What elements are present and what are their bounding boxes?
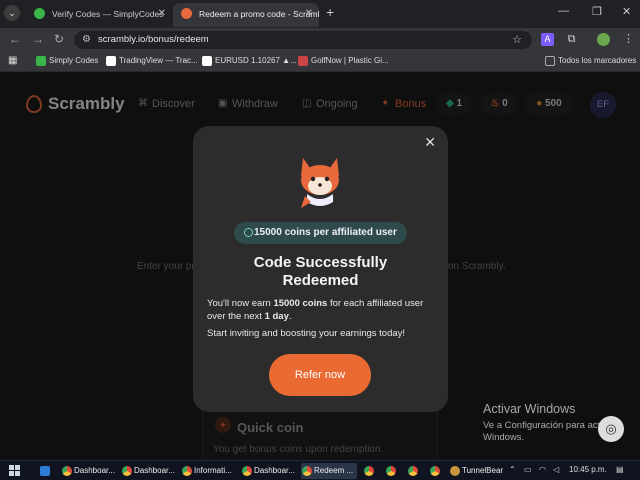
taskbar-item[interactable]: Dashboar... [61,463,117,479]
redeem-success-modal: ✕ 15000 coins per affiliated user Code S… [193,126,448,412]
scrambly-favicon-icon [181,8,192,19]
watermark-line3: Windows. [483,432,525,443]
scrambly-page: Scrambly ⌘ Discover ▣ Withdraw ◫ Ongoing… [0,72,640,460]
taskbar-label: Informati... [194,466,232,475]
watermark-line2: Ve a Configuración para activar [483,420,616,431]
bookmark-simplycodes[interactable]: Simply Codes [36,56,99,66]
extension-a-icon[interactable]: A [541,33,554,46]
taskbar-item[interactable]: Informati... [181,463,237,479]
tab-strip: ⌄ Verify Codes — SimplyCodes ✕ Redeem a … [0,0,640,28]
taskbar-tunnelbear[interactable]: TunnelBear [449,463,505,479]
modal-invite-text: Start inviting and boosting your earning… [207,328,406,339]
taskbar-item[interactable]: Dashboar... [241,463,297,479]
text-part: You'll now earn [207,298,274,309]
tradingview-icon [202,56,212,66]
network-icon[interactable]: ▭ [524,465,532,474]
taskbar-item-active[interactable]: Redeem ... [301,463,357,479]
bookmark-all-bookmarks[interactable]: Todos los marcadores [545,56,637,66]
chrome-icon[interactable] [430,466,440,476]
golfnow-icon [298,56,308,66]
text-part: . [288,311,292,322]
tradingview-icon [106,56,116,66]
window-close-icon[interactable]: ✕ [622,5,631,18]
days-amount: 1 day [264,311,289,322]
coin-icon [244,228,253,237]
forward-arrow-icon[interactable]: → [32,32,44,46]
profile-avatar-icon[interactable] [597,33,610,46]
taskbar-label: Redeem ... [314,466,354,475]
folder-icon [545,56,555,66]
file-explorer-icon[interactable] [40,466,50,476]
modal-earnings-text: You'll now earn 15000 coins for each aff… [207,297,435,323]
bookmarks-bar: ▦ Simply Codes TradingView — Trac... EUR… [0,52,640,72]
back-arrow-icon[interactable]: ← [9,32,21,46]
address-url[interactable]: scrambly.io/bonus/redeem [98,34,209,45]
tab-simplycodes[interactable]: Verify Codes — SimplyCodes ✕ [26,3,172,27]
chrome-icon [182,466,192,476]
bookmark-label: EURUSD 1.10267 ▲... [215,56,297,65]
tab-title: Redeem a promo code - Scrambly [199,9,319,19]
bookmark-eurusd[interactable]: EURUSD 1.10267 ▲... [202,56,297,66]
taskbar-label: Dashboar... [74,466,115,475]
modal-title-line2: Redeemed [282,272,359,289]
bookmark-label: Simply Codes [49,56,99,65]
tab-search-chevron-icon[interactable]: ⌄ [4,5,20,21]
coins-amount: 15000 coins [273,298,328,309]
chrome-icon [302,466,312,476]
tray-chevron-icon[interactable]: ⌃ [509,465,516,474]
chrome-icon[interactable] [386,466,396,476]
taskbar-label: TunnelBear [462,466,504,475]
apps-grid-icon[interactable]: ▦ [8,55,17,66]
fox-mascot-icon [301,158,339,208]
tab-title: Verify Codes — SimplyCodes [52,9,164,19]
refer-now-button[interactable]: Refer now [269,354,371,396]
chrome-icon[interactable] [408,466,418,476]
browser-menu-icon[interactable]: ⋮ [622,33,635,46]
badge-text: 15000 coins per affiliated user [254,227,397,238]
watermark-title: Activar Windows [483,402,576,416]
wifi-icon[interactable]: ◠ [539,465,546,474]
simplycodes-icon [36,56,46,66]
bookmark-label: TradingView — Trac... [119,56,198,65]
tab-scrambly[interactable]: Redeem a promo code - Scrambly ✕ [173,3,319,27]
extensions-puzzle-icon[interactable]: ⧉ [565,33,578,46]
taskbar-label: Dashboar... [254,466,295,475]
simplycodes-favicon-icon [34,8,45,19]
new-tab-button[interactable]: + [326,4,334,20]
address-bar[interactable]: ⚙ scrambly.io/bonus/redeem ☆ [74,31,532,49]
windows-start-icon[interactable] [9,465,21,477]
support-chat-icon[interactable]: ◎ [598,416,624,442]
bookmark-star-icon[interactable]: ☆ [512,33,522,46]
bookmark-label: GolfNow | Plastic Gi... [311,56,389,65]
bookmark-golfnow[interactable]: GolfNow | Plastic Gi... [298,56,389,66]
clock-time[interactable]: 10:45 p.m. [569,465,607,474]
modal-title: Code Successfully Redeemed [193,254,448,290]
close-tab-icon[interactable]: ✕ [158,3,166,25]
notifications-icon[interactable]: ▤ [616,465,624,474]
windows-taskbar: Dashboar... Dashboar... Informati... Das… [0,460,640,480]
activate-windows-watermark: Activar Windows Ve a Configuración para … [483,402,616,444]
tunnelbear-icon [450,466,460,476]
close-icon[interactable]: ✕ [424,134,436,151]
site-info-icon[interactable]: ⚙ [82,34,91,45]
restore-icon[interactable]: ❐ [592,5,602,18]
close-tab-icon[interactable]: ✕ [305,3,313,25]
chrome-icon [62,466,72,476]
browser-toolbar: ← → ↻ ⚙ scrambly.io/bonus/redeem ☆ A ⧉ ⋮ [0,28,640,52]
chrome-icon[interactable] [364,466,374,476]
minimize-icon[interactable]: — [558,5,569,17]
modal-title-line1: Code Successfully [253,254,388,271]
coins-per-user-badge: 15000 coins per affiliated user [234,222,407,244]
volume-icon[interactable]: ◁ [553,465,559,474]
taskbar-label: Dashboar... [134,466,175,475]
bookmark-tradingview[interactable]: TradingView — Trac... [106,56,198,66]
taskbar-item[interactable]: Dashboar... [121,463,177,479]
chrome-icon [242,466,252,476]
chrome-icon [122,466,132,476]
reload-icon[interactable]: ↻ [54,32,64,46]
bookmark-label: Todos los marcadores [558,56,637,65]
